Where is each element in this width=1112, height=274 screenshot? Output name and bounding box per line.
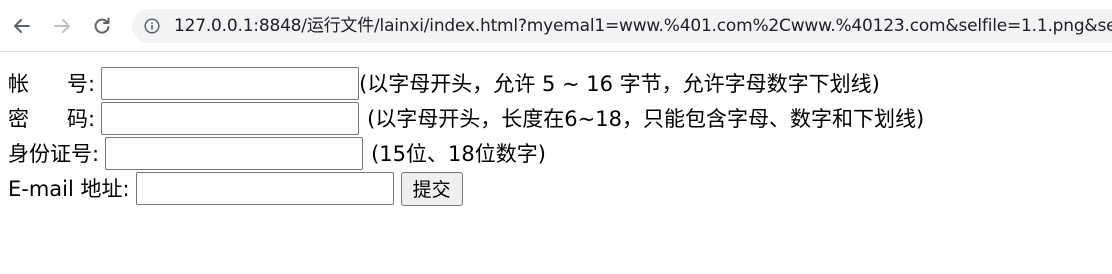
reload-icon bbox=[94, 17, 110, 34]
id-number-label: 身份证号: bbox=[8, 141, 100, 166]
submit-button[interactable]: 提交 bbox=[400, 171, 463, 206]
info-icon[interactable] bbox=[144, 18, 160, 34]
password-label-second: 码: bbox=[67, 106, 96, 131]
back-button[interactable] bbox=[8, 12, 36, 40]
arrow-right-icon bbox=[54, 19, 70, 33]
email-input[interactable] bbox=[135, 172, 394, 205]
id-number-hint: (15位、18位数字) bbox=[371, 141, 546, 166]
id-number-row: 身份证号: (15位、18位数字) bbox=[8, 136, 924, 171]
password-row: 密 码: (以字母开头，长度在6~18，只能包含字母、数字和下划线) bbox=[8, 101, 924, 136]
email-row: E-mail 地址: 提交 bbox=[8, 171, 924, 206]
account-input[interactable] bbox=[101, 67, 360, 100]
id-number-input[interactable] bbox=[105, 137, 364, 170]
password-input[interactable] bbox=[101, 102, 360, 135]
account-label-first: 帐 bbox=[8, 71, 29, 96]
browser-toolbar: 127.0.0.1:8848/运行文件/lainxi/index.html?my… bbox=[0, 0, 1112, 52]
address-bar[interactable]: 127.0.0.1:8848/运行文件/lainxi/index.html?my… bbox=[132, 9, 1112, 43]
email-label: E-mail 地址: bbox=[8, 176, 130, 201]
registration-form: 帐 号: (以字母开头，允许 5 ~ 16 字节，允许字母数字下划线) 密 码:… bbox=[8, 66, 924, 206]
reload-button[interactable] bbox=[88, 12, 116, 40]
account-hint: (以字母开头，允许 5 ~ 16 字节，允许字母数字下划线) bbox=[359, 71, 880, 96]
account-label-second: 号: bbox=[67, 71, 96, 96]
forward-button[interactable] bbox=[48, 12, 76, 40]
account-row: 帐 号: (以字母开头，允许 5 ~ 16 字节，允许字母数字下划线) bbox=[8, 66, 924, 101]
arrow-left-icon bbox=[14, 19, 30, 33]
password-label-first: 密 bbox=[8, 106, 29, 131]
url-text: 127.0.0.1:8848/运行文件/lainxi/index.html?my… bbox=[174, 16, 1112, 36]
password-hint: (以字母开头，长度在6~18，只能包含字母、数字和下划线) bbox=[367, 106, 925, 131]
